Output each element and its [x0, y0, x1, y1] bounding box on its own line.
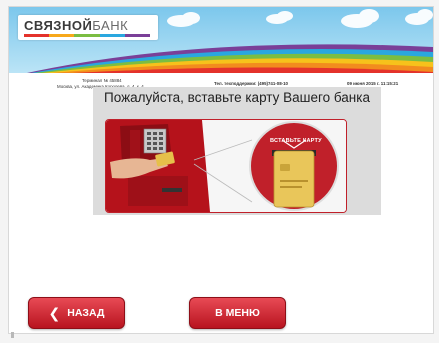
header-banner: СВЯЗНОЙБАНК: [9, 7, 433, 77]
insert-card-illustration: ВСТАВЬТЕ КАРТУ: [105, 119, 347, 213]
insert-card-panel: Пожалуйста, вставьте карту Вашего банка: [93, 87, 381, 215]
brand-name: СВЯЗНОЙ: [24, 18, 93, 33]
page-title: Пожалуйста, вставьте карту Вашего банка: [104, 90, 370, 105]
insert-card-label: ВСТАВЬТЕ КАРТУ: [270, 138, 322, 144]
support-phone: Тел. техподдержки: (495)741-08-10: [214, 81, 288, 86]
kiosk-screen: СВЯЗНОЙБАНК Терминал № 45884 Москва, ул.…: [8, 6, 434, 334]
menu-button[interactable]: В МЕНЮ: [189, 297, 286, 329]
back-button-label: НАЗАД: [67, 307, 105, 319]
back-button[interactable]: ❮ НАЗАД: [28, 297, 125, 329]
bank-logo: СВЯЗНОЙБАНК: [18, 15, 158, 40]
menu-button-label: В МЕНЮ: [215, 307, 260, 319]
date-time: 09 июня 2015 г. 11:15:21: [347, 81, 399, 86]
footer-marker: [11, 332, 14, 338]
brand-suffix: БАНК: [92, 18, 129, 33]
chevron-left-icon: ❮: [48, 305, 61, 321]
logo-stripes: [24, 34, 151, 37]
